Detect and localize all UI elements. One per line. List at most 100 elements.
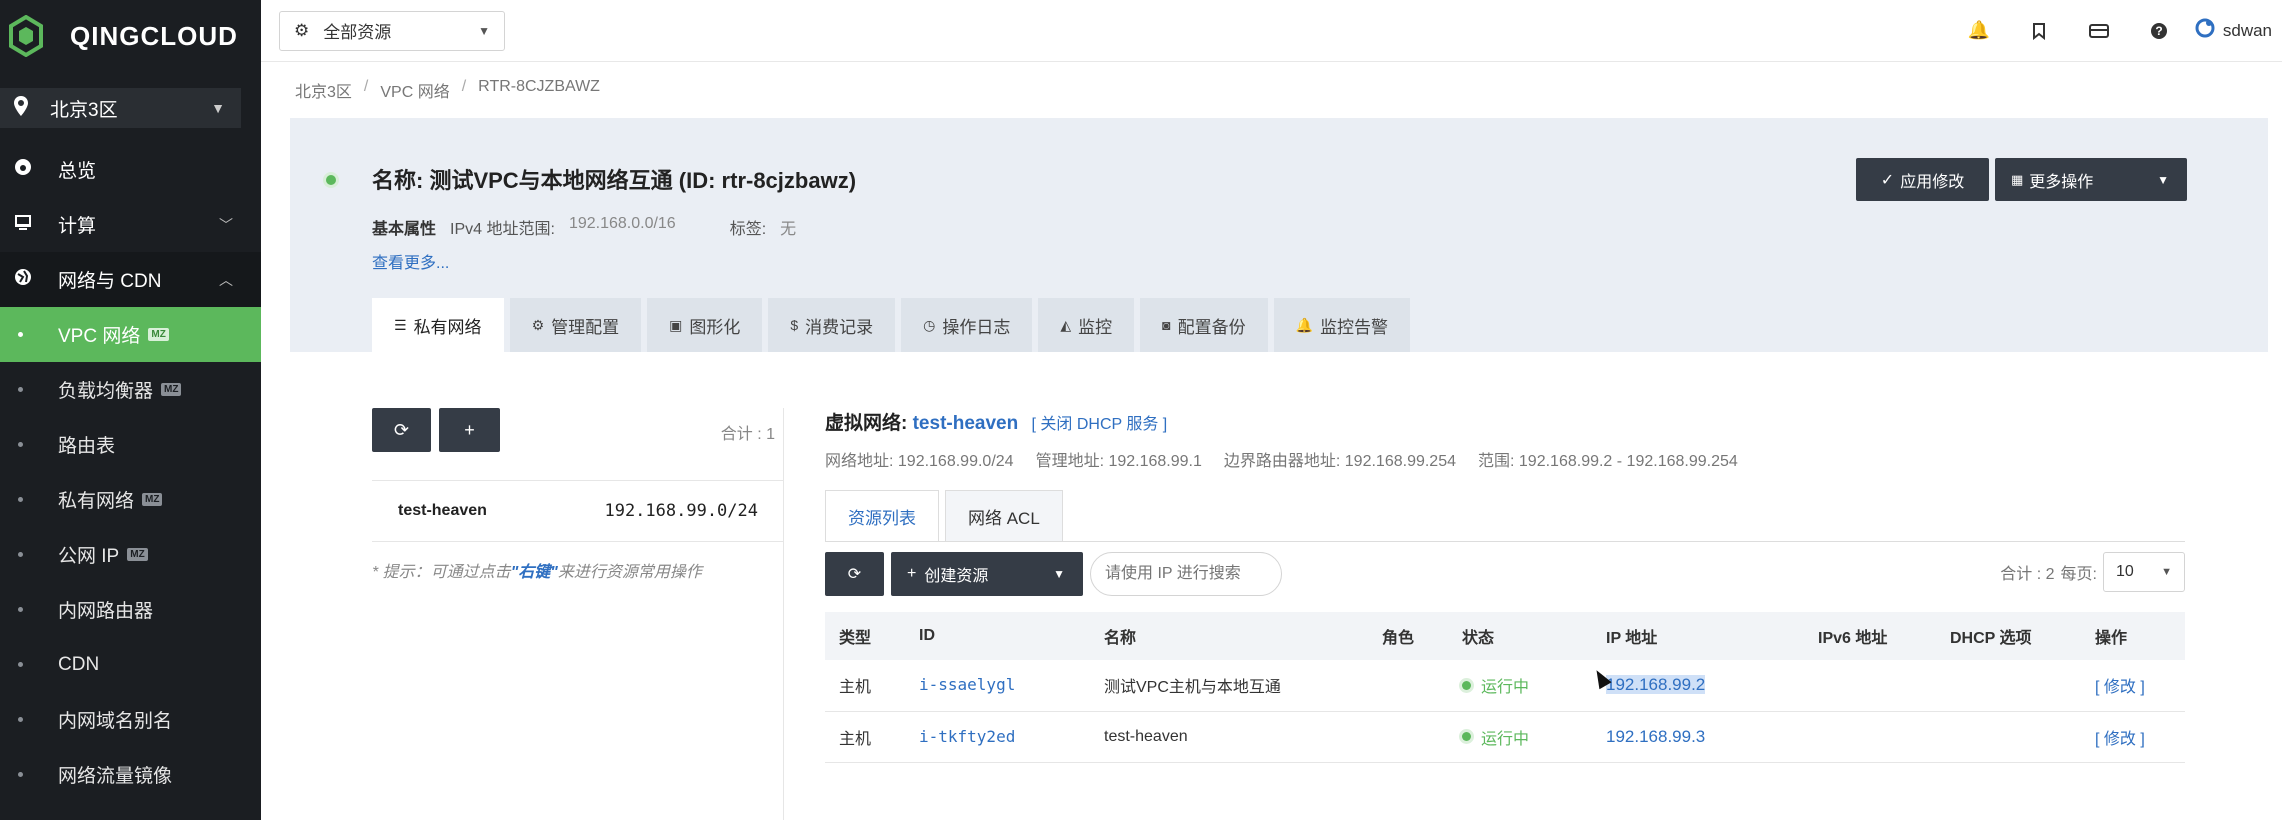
tab-label: 私有网络: [413, 317, 482, 337]
instance-id-link[interactable]: i-ssaelygl: [919, 675, 1015, 694]
see-more-link[interactable]: 查看更多...: [372, 249, 449, 273]
tab-label: 配置备份: [1177, 317, 1246, 337]
list-item[interactable]: test-heaven 192.168.99.0/24: [372, 480, 784, 542]
ip-address[interactable]: 192.168.99.3: [1606, 727, 1705, 746]
cell-dhcp: [1936, 711, 2081, 763]
bell-icon: 🔔: [1295, 316, 1314, 333]
tab-config-backup[interactable]: ◙ 配置备份: [1140, 298, 1268, 352]
create-resource-button[interactable]: + 创建资源 ▼: [891, 552, 1083, 596]
vnet-title: 虚拟网络: test-heaven [ 关闭 DHCP 服务 ]: [825, 408, 2185, 435]
nav-group-compute[interactable]: 计算 ﹀: [0, 197, 261, 252]
chevron-down-icon: ﹀: [219, 216, 233, 233]
tab-management[interactable]: ⚙ 管理配置: [509, 298, 642, 352]
nav-group-label: 总览: [58, 161, 97, 182]
sidebar-item-private-network[interactable]: 私有网络 MZ: [0, 472, 261, 527]
sidebar-item-public-ip[interactable]: 公网 IP MZ: [0, 527, 261, 582]
logo[interactable]: QINGCLOUD: [0, 0, 261, 72]
globe-icon: [14, 268, 32, 292]
breadcrumb-zone[interactable]: 北京3区: [295, 78, 352, 102]
caret-down-icon: ▼: [2157, 172, 2169, 187]
status-dot-icon: [326, 175, 336, 185]
tab-private-network[interactable]: ☰ 私有网络: [372, 298, 504, 352]
tab-label: 监控: [1078, 317, 1113, 337]
vnet-name: test-heaven: [398, 502, 487, 519]
dashboard-icon: [14, 158, 32, 182]
vnet-list-pane: ⟳ + 合计 : 1 test-heaven 192.168.99.0/24 *…: [372, 408, 784, 820]
sidebar-item-cdn[interactable]: CDN: [0, 637, 261, 692]
user-menu[interactable]: sdwan: [2195, 18, 2272, 43]
wallet-icon[interactable]: [2069, 23, 2129, 39]
mz-badge: MZ: [127, 548, 148, 561]
sidebar-item-label: 负载均衡器: [58, 381, 154, 402]
tab-label: 管理配置: [551, 317, 620, 337]
tab-monitor[interactable]: ◭ 监控: [1038, 298, 1135, 352]
refresh-resources-button[interactable]: ⟳: [825, 552, 884, 596]
tab-billing[interactable]: $ 消费记录: [768, 298, 896, 352]
column-header: 状态: [1448, 612, 1592, 660]
sidebar: QINGCLOUD 北京3区 ▼ 总览 计算 ﹀ 网络与 CDN ︿ VPC 网…: [0, 0, 261, 820]
vpc-header-panel: 名称: 测试VPC与本地网络互通 (ID: rtr-8cjzbawz) 基本属性…: [290, 118, 2268, 352]
caret-down-icon: ▼: [2161, 566, 2172, 578]
close-dhcp-link[interactable]: [ 关闭 DHCP 服务 ]: [1032, 416, 1168, 433]
modify-link[interactable]: [ 修改 ]: [2095, 731, 2145, 748]
cell-ipv6: [1804, 660, 1936, 712]
bell-icon[interactable]: 🔔: [1949, 20, 2009, 41]
apply-changes-button[interactable]: ✓ 应用修改: [1856, 158, 1989, 201]
vnet-name-link[interactable]: test-heaven: [913, 413, 1019, 434]
resource-select[interactable]: ⚙ 全部资源 ▼: [279, 10, 505, 51]
svg-text:?: ?: [2155, 24, 2162, 38]
ip-address[interactable]: 192.168.99.2: [1606, 675, 1706, 695]
sidebar-item-traffic-mirror[interactable]: 网络流量镜像: [0, 747, 261, 802]
bullet-icon: [18, 332, 23, 337]
sidebar-item-vpc[interactable]: VPC 网络 MZ: [0, 307, 261, 362]
network-address: 网络地址: 192.168.99.0/24: [825, 453, 1014, 470]
mz-badge: MZ: [161, 383, 182, 396]
clock-icon: ◷: [923, 316, 936, 333]
sidebar-item-label: VPC 网络: [58, 326, 141, 347]
ticket-icon[interactable]: [2009, 22, 2069, 40]
tab-alerts[interactable]: 🔔 监控告警: [1273, 298, 1411, 352]
modify-link[interactable]: [ 修改 ]: [2095, 679, 2145, 696]
sidebar-item-label: 公网 IP: [58, 546, 120, 567]
page-size-select[interactable]: 10 ▼: [2103, 552, 2185, 592]
refresh-button[interactable]: ⟳: [372, 408, 431, 452]
create-button-label: 创建资源: [924, 568, 989, 585]
sidebar-item-label: 私有网络: [58, 491, 135, 512]
breadcrumb-vpc[interactable]: VPC 网络: [380, 78, 449, 102]
refresh-icon: ⟳: [847, 566, 862, 583]
nav-group-network-cdn[interactable]: 网络与 CDN ︿: [0, 252, 261, 307]
cell-role: [1368, 660, 1448, 712]
tab-operation-log[interactable]: ◷ 操作日志: [901, 298, 1033, 352]
sidebar-item-dns-alias[interactable]: 内网域名别名: [0, 692, 261, 747]
more-actions-button[interactable]: ▦ 更多操作 ▼: [1995, 158, 2187, 201]
page-size-value: 10: [2116, 563, 2134, 580]
instance-id-link[interactable]: i-tkfty2ed: [919, 727, 1015, 746]
gear-icon: ⚙: [294, 20, 310, 40]
add-vnet-button[interactable]: +: [439, 408, 500, 452]
sidebar-item-load-balancer[interactable]: 负载均衡器 MZ: [0, 362, 261, 417]
tab-resource-list[interactable]: 资源列表: [825, 490, 939, 542]
ip-search-input[interactable]: [1090, 552, 1282, 596]
tab-network-acl[interactable]: 网络 ACL: [945, 490, 1063, 542]
table-row[interactable]: 主机 i-ssaelygl 测试VPC主机与本地互通 运行中 192.168.9…: [825, 660, 2185, 712]
cell-role: [1368, 711, 1448, 763]
table-header-row: 类型 ID 名称 角色 状态 IP 地址 IPv6 地址 DHCP 选项 操作: [825, 612, 2185, 660]
sidebar-item-label: 网络流量镜像: [58, 766, 173, 787]
cell-name: 测试VPC主机与本地互通: [1090, 660, 1368, 712]
mz-badge: MZ: [148, 328, 169, 341]
tab-graph[interactable]: ▣ 图形化: [647, 298, 763, 352]
status-text: 运行中: [1481, 679, 1530, 697]
table-row[interactable]: 主机 i-tkfty2ed test-heaven 运行中 192.168.99…: [825, 711, 2185, 763]
sidebar-item-internal-router[interactable]: 内网路由器: [0, 582, 261, 637]
resource-table: 类型 ID 名称 角色 状态 IP 地址 IPv6 地址 DHCP 选项 操作 …: [825, 612, 2185, 763]
tab-label: 监控告警: [1320, 317, 1389, 337]
caret-down-icon: ▼: [1053, 567, 1065, 581]
caret-down-icon: ▼: [478, 23, 490, 38]
ipv4-label: IPv4 地址范围:: [450, 221, 555, 238]
zone-selector[interactable]: 北京3区 ▼: [0, 88, 241, 128]
hint-suffix: 来进行资源常用操作: [557, 564, 702, 581]
resource-select-value: 全部资源: [323, 23, 392, 42]
sidebar-item-route-table[interactable]: 路由表: [0, 417, 261, 472]
help-icon[interactable]: ?: [2129, 22, 2189, 40]
nav-group-overview[interactable]: 总览: [0, 142, 261, 197]
